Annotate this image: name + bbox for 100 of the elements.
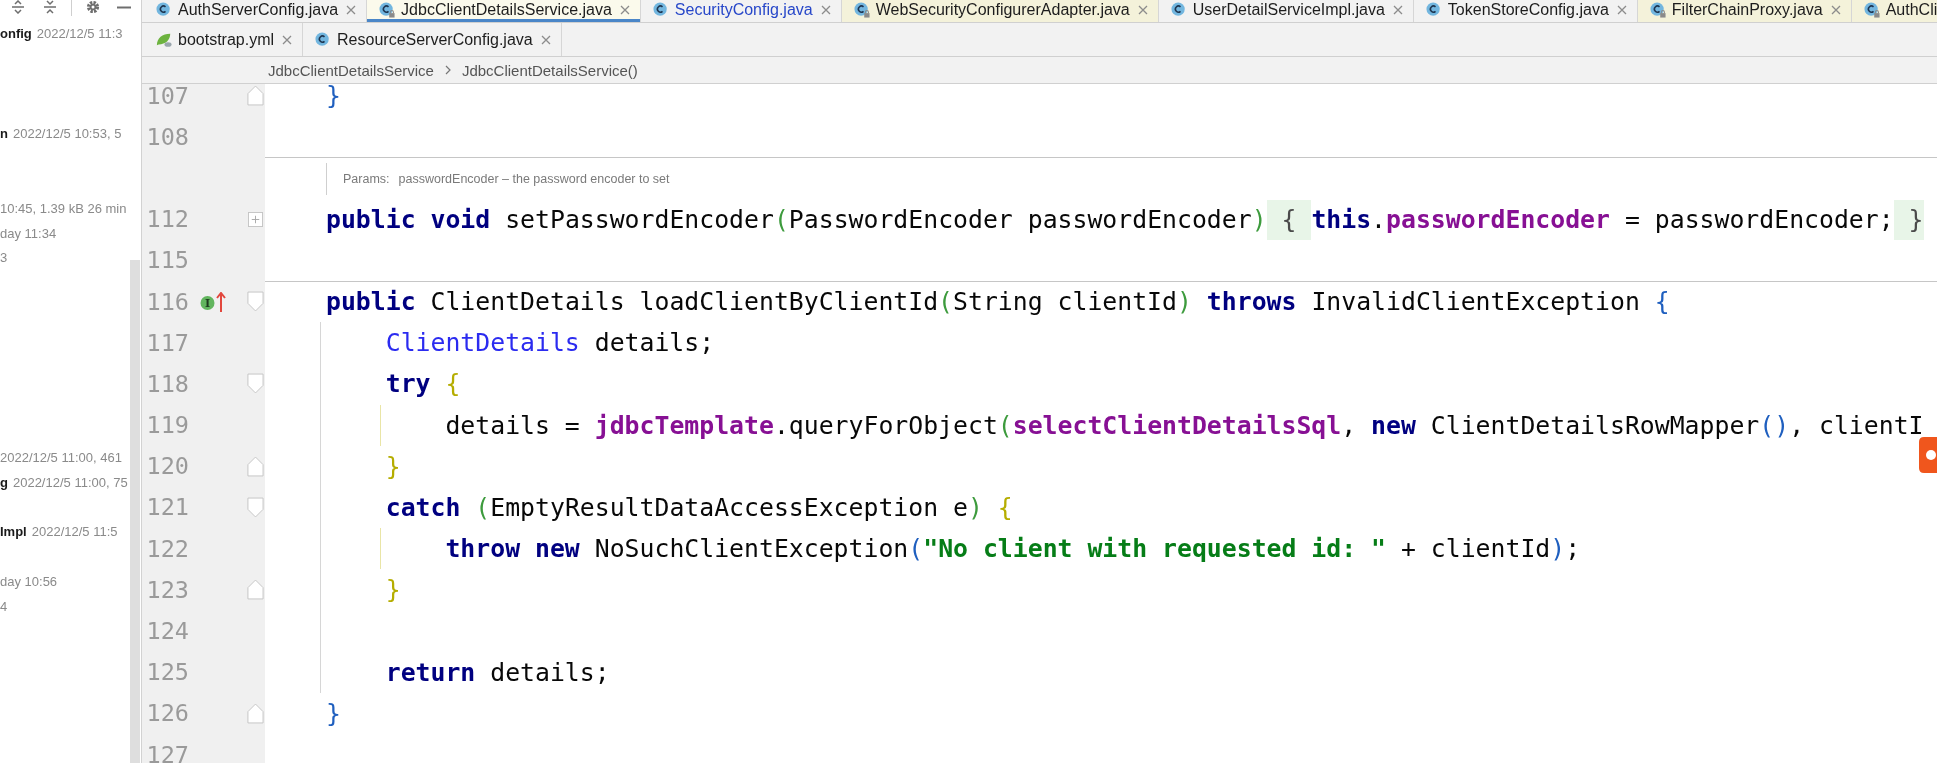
class-icon xyxy=(652,1,669,18)
file-info: day 10:56 xyxy=(0,574,58,590)
minimize-icon[interactable] xyxy=(117,6,131,9)
file-info: 2022/12/5 11:00, 461 xyxy=(0,449,122,465)
field-name: selectClientDetailsSql xyxy=(1012,410,1342,440)
scrollbar-thumb[interactable] xyxy=(130,260,140,763)
fold-marker-icon[interactable] xyxy=(246,496,264,518)
file-info: 2022/12/5 11:00, 75 xyxy=(12,474,128,490)
floating-logo-icon[interactable] xyxy=(1919,437,1937,473)
bracket: ( xyxy=(773,204,789,234)
chevron-icon xyxy=(444,65,451,75)
file-name[interactable]: onfig xyxy=(0,26,32,42)
close-icon[interactable] xyxy=(820,4,831,15)
close-icon[interactable] xyxy=(619,4,630,15)
bracket: { xyxy=(445,369,461,399)
file-name[interactable]: Impl xyxy=(0,524,27,540)
line-number: 115 xyxy=(146,246,189,275)
line-number: 123 xyxy=(146,575,189,604)
breadcrumb-item[interactable]: JdbcClientDetailsService() xyxy=(461,61,638,79)
line-number: 120 xyxy=(146,452,189,481)
bracket: ) xyxy=(1251,204,1267,234)
line-number: 107 xyxy=(146,84,189,110)
code-text: ClientDetailsRowMapper xyxy=(1430,410,1760,440)
code-text: = passwordEncoder; xyxy=(1624,204,1894,234)
file-name[interactable]: g xyxy=(0,474,8,490)
code-text: details; xyxy=(490,657,610,687)
close-icon[interactable] xyxy=(1392,4,1403,15)
editor-tab[interactable]: JdbcClientDetailsService.java xyxy=(367,0,641,22)
code-text: String clientId xyxy=(953,286,1177,316)
class-icon xyxy=(379,1,396,18)
fold-marker-icon[interactable] xyxy=(246,85,264,107)
code-text: details = xyxy=(445,410,580,440)
file-name[interactable]: n xyxy=(0,126,8,141)
close-icon[interactable] xyxy=(1616,4,1627,15)
fold-marker-icon[interactable] xyxy=(246,455,264,477)
editor-tab[interactable]: SecurityConfig.java xyxy=(640,0,842,22)
keyword: void xyxy=(430,204,491,234)
editor-tab[interactable]: UserDetailServiceImpl.java xyxy=(1158,0,1414,22)
file-info: 10:45, 1.39 kB 26 min xyxy=(0,200,127,216)
line-number: 119 xyxy=(146,411,189,440)
fold-marker-icon[interactable] xyxy=(246,373,264,395)
folded-brace: } xyxy=(1893,199,1924,240)
close-icon[interactable] xyxy=(540,34,551,45)
code-text: , xyxy=(1341,410,1357,440)
bracket: () xyxy=(1759,410,1790,440)
code-text: setPasswordEncoder xyxy=(505,204,774,234)
close-icon[interactable] xyxy=(346,4,357,15)
keyword: new xyxy=(1371,410,1416,440)
expand-all-icon[interactable] xyxy=(11,0,25,14)
string-literal: "No client with requested id: " xyxy=(923,534,1386,564)
type-name: ClientDetails xyxy=(385,328,580,358)
bracket: ( xyxy=(908,534,924,564)
collapse-all-icon[interactable] xyxy=(43,0,57,14)
bracket: { xyxy=(1654,286,1670,316)
editor-tab[interactable]: WebSecurityConfigurerAdapter.java xyxy=(841,0,1159,22)
class-icon xyxy=(1425,1,1442,18)
line-number: 112 xyxy=(146,205,189,234)
class-icon xyxy=(853,1,870,18)
bracket: ) xyxy=(967,492,983,522)
line-number: 124 xyxy=(146,617,189,646)
line-number: 117 xyxy=(146,328,189,357)
line-number: 118 xyxy=(146,369,189,398)
folded-brace: { xyxy=(1266,199,1312,240)
editor-tab[interactable]: AuthCli xyxy=(1851,0,1937,22)
code-text: , clientI xyxy=(1789,410,1924,440)
editor-tab[interactable]: ResourceServerConfig.java xyxy=(303,23,562,56)
line-number: 122 xyxy=(146,534,189,563)
line-number: 121 xyxy=(146,493,189,522)
bracket: } xyxy=(326,84,341,110)
close-icon[interactable] xyxy=(1137,4,1148,15)
bracket: } xyxy=(326,698,341,728)
code-text: . xyxy=(1371,204,1387,234)
editor-tab[interactable]: bootstrap.yml xyxy=(144,23,304,56)
file-info: 3 xyxy=(0,250,8,266)
expand-icon[interactable] xyxy=(247,211,263,227)
code-text: PasswordEncoder passwordEncoder xyxy=(788,204,1252,234)
bracket: } xyxy=(385,575,401,605)
fold-marker-icon[interactable] xyxy=(246,702,264,724)
breadcrumb-item[interactable]: JdbcClientDetailsService xyxy=(268,61,434,79)
settings-icon[interactable] xyxy=(86,0,100,14)
doc-text: passwordEncoder – the password encoder to set xyxy=(398,171,670,187)
code-text: + clientId xyxy=(1400,534,1551,564)
class-icon xyxy=(1649,1,1666,18)
editor-tab[interactable]: TokenStoreConfig.java xyxy=(1413,0,1638,22)
fold-marker-icon[interactable] xyxy=(246,291,264,313)
keyword: throw xyxy=(445,534,521,564)
line-number: 127 xyxy=(146,740,189,763)
keyword: public xyxy=(326,204,416,234)
field-name: jdbcTemplate xyxy=(594,410,774,440)
keyword: try xyxy=(385,369,431,399)
code-text: details; xyxy=(594,328,715,358)
fold-marker-icon[interactable] xyxy=(246,579,264,601)
file-info: 2022/12/5 11:5 xyxy=(31,524,118,540)
editor-tab[interactable]: FilterChainProxy.java xyxy=(1637,0,1852,22)
code-text: NoSuchClientException xyxy=(594,534,909,564)
code-text: ; xyxy=(1565,534,1581,564)
class-icon xyxy=(1863,1,1880,18)
close-icon[interactable] xyxy=(1830,4,1841,15)
close-icon[interactable] xyxy=(282,34,293,45)
keyword: public xyxy=(326,286,416,316)
